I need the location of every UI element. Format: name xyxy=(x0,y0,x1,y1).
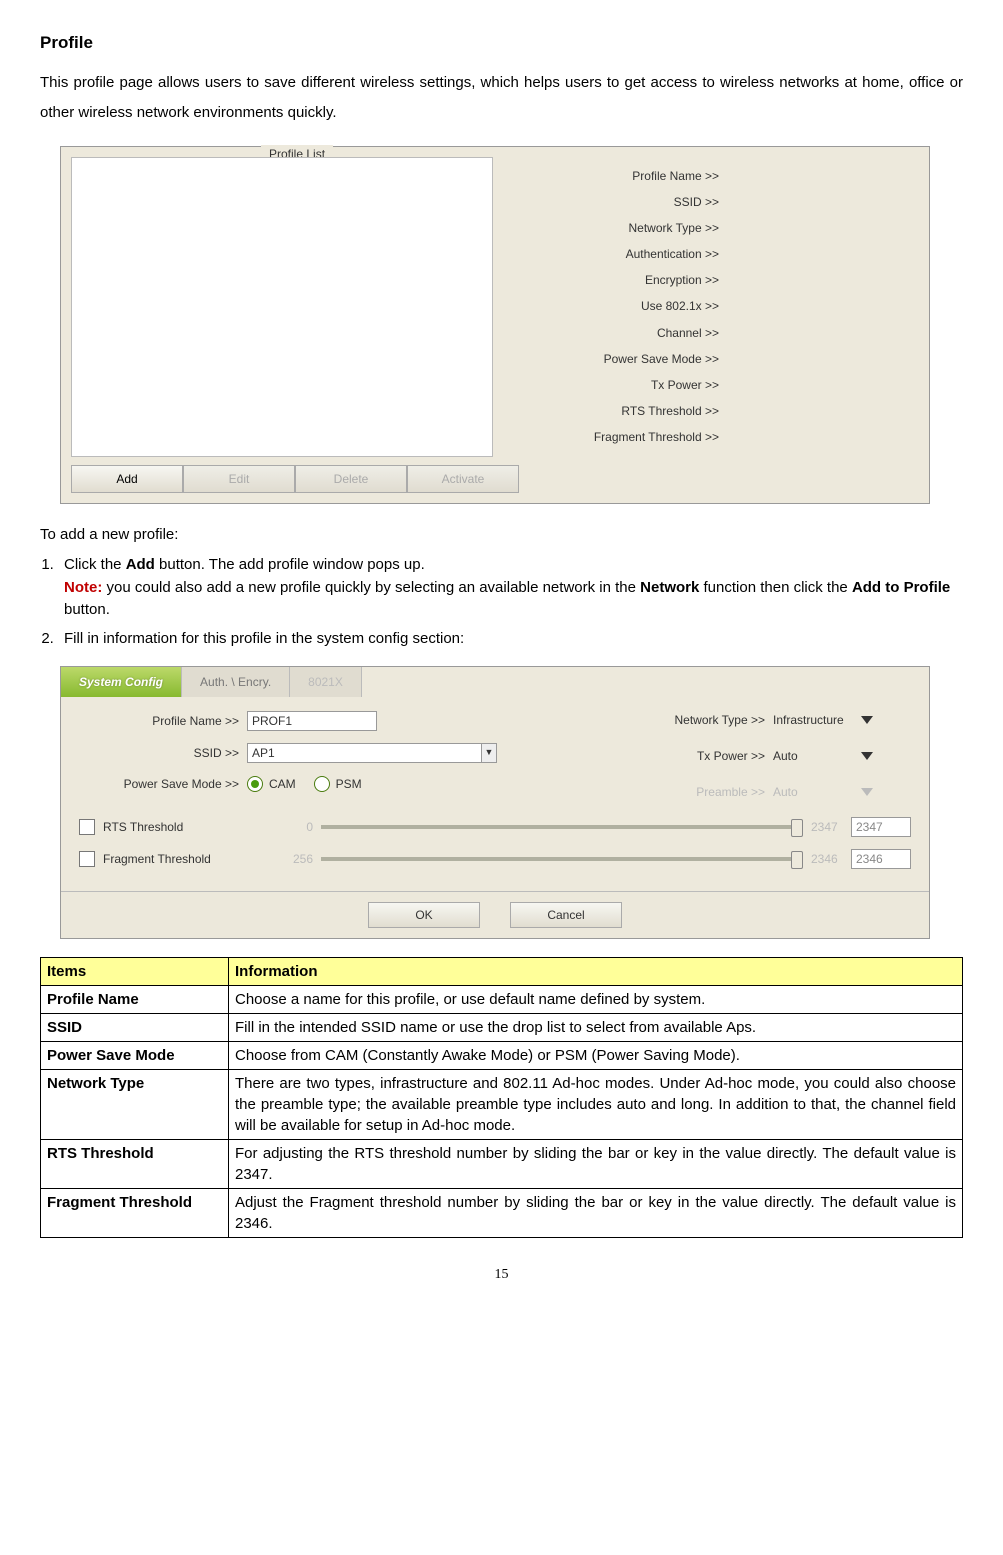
note-text-a: you could also add a new profile quickly… xyxy=(102,579,640,596)
table-row: Network TypeThere are two types, infrast… xyxy=(41,1070,963,1140)
table-row: Fragment ThresholdAdjust the Fragment th… xyxy=(41,1189,963,1238)
step-2: Fill in information for this profile in … xyxy=(58,628,963,651)
subheading-add-profile: To add a new profile: xyxy=(40,524,963,547)
cell-key: Power Save Mode xyxy=(41,1042,229,1070)
step-1-text-a: Click the xyxy=(64,556,126,573)
preamble-value: Auto xyxy=(773,783,798,801)
table-header-items: Items xyxy=(41,958,229,986)
tab-auth-encry[interactable]: Auth. \ Encry. xyxy=(182,667,290,697)
preamble-label: Preamble >> xyxy=(645,783,773,801)
tx-power-label: Tx Power >> xyxy=(645,747,773,765)
cancel-button[interactable]: Cancel xyxy=(510,902,622,928)
cell-val: Adjust the Fragment threshold number by … xyxy=(229,1189,963,1238)
slider-handle-icon[interactable] xyxy=(791,819,803,837)
figure-system-config: System Config Auth. \ Encry. 8021X Profi… xyxy=(60,666,930,939)
cell-val: For adjusting the RTS threshold number b… xyxy=(229,1140,963,1189)
tx-power-value: Auto xyxy=(773,747,798,765)
chevron-down-icon[interactable]: ▼ xyxy=(482,743,497,763)
slider-handle-icon[interactable] xyxy=(791,851,803,869)
step-1-bold: Add xyxy=(126,556,155,573)
detail-use-8021x: Use 802.1x >> xyxy=(513,297,919,315)
detail-fragment: Fragment Threshold >> xyxy=(513,428,919,446)
cell-val: Choose from CAM (Constantly Awake Mode) … xyxy=(229,1042,963,1070)
note-label: Note: xyxy=(64,579,102,596)
radio-psm-label: PSM xyxy=(336,775,362,793)
rts-value-input[interactable]: 2347 xyxy=(851,817,911,837)
note-bold-add-to-profile: Add to Profile xyxy=(852,579,950,596)
table-row: SSIDFill in the intended SSID name or us… xyxy=(41,1014,963,1042)
cell-val: Fill in the intended SSID name or use th… xyxy=(229,1014,963,1042)
radio-cam-label: CAM xyxy=(269,775,296,793)
ssid-input[interactable]: AP1 xyxy=(247,743,482,763)
rts-min: 0 xyxy=(253,818,313,836)
tab-system-config[interactable]: System Config xyxy=(61,667,182,697)
add-button[interactable]: Add xyxy=(71,465,183,493)
profile-listbox[interactable] xyxy=(71,157,493,457)
tab-8021x: 8021X xyxy=(290,667,362,697)
config-tabs: System Config Auth. \ Encry. 8021X xyxy=(61,667,929,697)
cell-val: There are two types, infrastructure and … xyxy=(229,1070,963,1140)
delete-button: Delete xyxy=(295,465,407,493)
detail-profile-name: Profile Name >> xyxy=(513,167,919,185)
rts-label: RTS Threshold xyxy=(103,818,253,836)
fragment-value-input[interactable]: 2346 xyxy=(851,849,911,869)
chevron-down-icon xyxy=(861,716,873,724)
step-1: Click the Add button. The add profile wi… xyxy=(58,554,963,622)
page-title: Profile xyxy=(40,30,963,56)
network-type-label: Network Type >> xyxy=(645,711,773,729)
chevron-down-icon xyxy=(861,788,873,796)
cell-key: Fragment Threshold xyxy=(41,1189,229,1238)
cell-key: Profile Name xyxy=(41,986,229,1014)
note-bold-network: Network xyxy=(640,579,699,596)
detail-ssid: SSID >> xyxy=(513,193,919,211)
profile-name-label: Profile Name >> xyxy=(79,712,247,730)
cell-key: Network Type xyxy=(41,1070,229,1140)
table-row: RTS ThresholdFor adjusting the RTS thres… xyxy=(41,1140,963,1189)
detail-tx-power: Tx Power >> xyxy=(513,376,919,394)
preamble-dropdown: Auto xyxy=(773,783,873,801)
fragment-checkbox[interactable] xyxy=(79,851,95,867)
profile-detail-labels: Profile Name >> SSID >> Network Type >> … xyxy=(513,157,919,457)
info-table: Items Information Profile NameChoose a n… xyxy=(40,957,963,1238)
chevron-down-icon xyxy=(861,752,873,760)
step-1-text-c: button. The add profile window pops up. xyxy=(155,556,425,573)
detail-network-type: Network Type >> xyxy=(513,219,919,237)
detail-channel: Channel >> xyxy=(513,324,919,342)
ok-button[interactable]: OK xyxy=(368,902,480,928)
table-header-info: Information xyxy=(229,958,963,986)
fragment-max: 2346 xyxy=(811,850,851,868)
ssid-label: SSID >> xyxy=(79,744,247,762)
note-text-e: button. xyxy=(64,601,110,618)
tx-power-dropdown[interactable]: Auto xyxy=(773,747,873,765)
cell-val: Choose a name for this profile, or use d… xyxy=(229,986,963,1014)
figure-profile-list: Profile List Profile Name >> SSID >> Net… xyxy=(60,146,930,504)
intro-text: This profile page allows users to save d… xyxy=(40,68,963,128)
steps-list: Click the Add button. The add profile wi… xyxy=(58,554,963,650)
fragment-min: 256 xyxy=(253,850,313,868)
activate-button: Activate xyxy=(407,465,519,493)
profile-name-input[interactable]: PROF1 xyxy=(247,711,377,731)
radio-psm[interactable] xyxy=(314,776,330,792)
table-row: Profile NameChoose a name for this profi… xyxy=(41,986,963,1014)
rts-max: 2347 xyxy=(811,818,851,836)
rts-checkbox[interactable] xyxy=(79,819,95,835)
table-row: Power Save ModeChoose from CAM (Constant… xyxy=(41,1042,963,1070)
detail-power-save: Power Save Mode >> xyxy=(513,350,919,368)
detail-encryption: Encryption >> xyxy=(513,271,919,289)
cell-key: RTS Threshold xyxy=(41,1140,229,1189)
edit-button: Edit xyxy=(183,465,295,493)
cell-key: SSID xyxy=(41,1014,229,1042)
fragment-label: Fragment Threshold xyxy=(103,850,253,868)
network-type-value: Infrastructure xyxy=(773,711,844,729)
detail-rts: RTS Threshold >> xyxy=(513,402,919,420)
rts-slider[interactable] xyxy=(321,825,803,829)
power-save-label: Power Save Mode >> xyxy=(79,775,247,793)
page-number: 15 xyxy=(40,1264,963,1285)
network-type-dropdown[interactable]: Infrastructure xyxy=(773,711,873,729)
radio-cam[interactable] xyxy=(247,776,263,792)
fragment-slider[interactable] xyxy=(321,857,803,861)
note-text-c: function then click the xyxy=(699,579,852,596)
detail-authentication: Authentication >> xyxy=(513,245,919,263)
